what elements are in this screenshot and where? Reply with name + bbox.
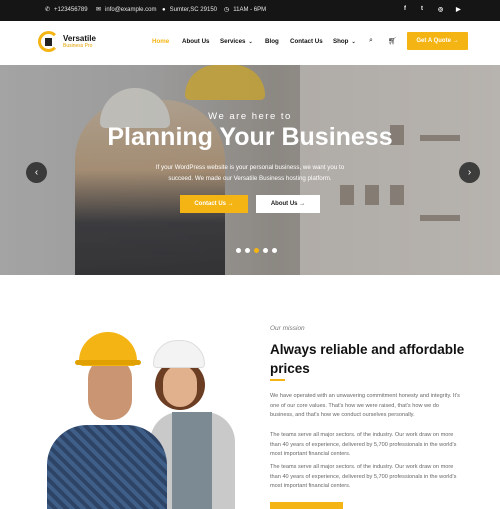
hours-text: 11AM - 6PM xyxy=(233,7,267,13)
twitter-icon[interactable]: t xyxy=(421,6,423,12)
nav-home[interactable]: Home xyxy=(152,38,169,45)
hero-title: Planning Your Business xyxy=(107,123,393,151)
phone-icon: ✆ xyxy=(45,7,51,13)
slider-dot[interactable] xyxy=(236,248,241,253)
instagram-icon[interactable]: ◎ xyxy=(438,6,443,13)
hero-slider: We are here to Planning Your Business If… xyxy=(0,65,500,275)
mail-icon: ✉ xyxy=(96,7,102,13)
search-icon[interactable]: ⌕ xyxy=(369,37,373,45)
worker-woman-shirt xyxy=(172,412,212,509)
hard-hat-brim xyxy=(75,360,141,365)
facebook-icon[interactable]: f xyxy=(404,6,406,12)
mission-paragraph: The teams serve all major sectors. of th… xyxy=(270,464,457,489)
email-text: info@example.com xyxy=(105,7,157,13)
next-slide-icon[interactable]: › xyxy=(459,162,480,183)
slider-dot[interactable] xyxy=(272,248,277,253)
site-header: Versatile Business Pro Home About Us Ser… xyxy=(0,21,500,65)
email-contact[interactable]: ✉ info@example.com xyxy=(96,7,156,13)
nav-contact[interactable]: Contact Us xyxy=(290,38,323,45)
location-info: ● Sumter,SC 29150 xyxy=(162,7,217,13)
slider-dots xyxy=(236,248,277,253)
worker-woman-face xyxy=(163,365,197,407)
prev-slide-icon[interactable]: ‹ xyxy=(26,162,47,183)
nav-services[interactable]: Services ⌄ xyxy=(220,38,253,45)
clock-icon: ◷ xyxy=(224,7,230,13)
site-logo[interactable]: Versatile Business Pro xyxy=(38,31,96,52)
phone-text: +123456789 xyxy=(54,7,88,13)
hero-subtitle: We are here to xyxy=(208,111,292,122)
nav-shop[interactable]: Shop ⌄ xyxy=(333,38,356,45)
mission-label: Our mission xyxy=(270,325,305,332)
logo-icon xyxy=(38,31,59,52)
slider-dot[interactable] xyxy=(263,248,268,253)
phone-contact[interactable]: ✆ +123456789 xyxy=(45,7,88,13)
worker-man-body xyxy=(47,425,167,509)
about-us-button[interactable]: About Us → xyxy=(256,195,320,213)
slider-dot-active[interactable] xyxy=(254,248,259,253)
logo-name: Versatile xyxy=(63,33,96,43)
nav-shop-label: Shop xyxy=(333,38,349,45)
location-text: Sumter,SC 29150 xyxy=(169,7,217,13)
mission-paragraph: We have operated with an unwavering comm… xyxy=(270,393,460,418)
worker-man-face xyxy=(88,358,132,420)
chevron-down-icon: ⌄ xyxy=(248,39,253,45)
hero-description: If your WordPress website is your person… xyxy=(155,164,345,182)
mission-paragraph: The teams serve all major sectors. of th… xyxy=(270,432,457,457)
mission-button[interactable] xyxy=(270,502,343,509)
hours-info: ◷ 11AM - 6PM xyxy=(224,7,266,13)
mission-title: Always reliable and affordable prices xyxy=(270,342,465,376)
nav-about[interactable]: About Us xyxy=(182,38,210,45)
get-quote-button[interactable]: Get A Quote → xyxy=(407,32,468,50)
nav-services-label: Services xyxy=(220,38,246,45)
slider-dot[interactable] xyxy=(245,248,250,253)
title-underline xyxy=(270,379,285,381)
cart-icon[interactable]: 🛒︎ xyxy=(388,37,397,45)
location-pin-icon: ● xyxy=(162,7,166,13)
youtube-icon[interactable]: ▶ xyxy=(456,6,461,13)
contact-us-button[interactable]: Contact Us → xyxy=(180,195,248,213)
logo-tagline: Business Pro xyxy=(63,42,93,49)
nav-blog[interactable]: Blog xyxy=(265,38,279,45)
top-bar: ✆ +123456789 ✉ info@example.com ● Sumter… xyxy=(0,0,500,21)
chevron-down-icon: ⌄ xyxy=(351,39,356,45)
white-hard-hat xyxy=(153,340,205,368)
